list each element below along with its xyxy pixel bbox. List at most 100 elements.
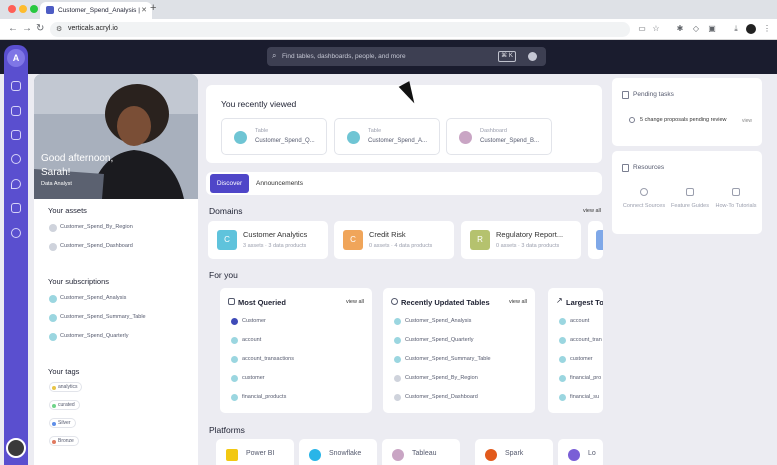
profile-photo: Good afternoon, Sarah! Data Analyst [34, 74, 198, 199]
list-item[interactable]: Customer [231, 318, 266, 325]
extension-icon[interactable]: ✱ [675, 24, 685, 34]
user-avatar[interactable] [6, 438, 26, 458]
list-item[interactable]: Customer_Spend_Quarterly [394, 337, 473, 344]
minimize-window-icon[interactable] [19, 5, 27, 13]
dashboard-icon [459, 131, 472, 144]
recent-item[interactable]: Table Customer_Spend_A... [334, 118, 440, 155]
profile-icon[interactable] [746, 24, 756, 34]
location-nav-icon[interactable] [11, 179, 21, 189]
video-icon [732, 188, 740, 196]
list-item[interactable]: financial_products [231, 394, 286, 401]
back-icon[interactable]: ← [8, 23, 18, 34]
list-item[interactable]: account [231, 337, 261, 344]
platform-card[interactable]: Tableau [382, 439, 460, 465]
tab-discover[interactable]: Discover [210, 174, 249, 193]
recent-item[interactable]: Table Customer_Spend_Q... [221, 118, 327, 155]
pending-tasks-title: Pending tasks [633, 91, 674, 98]
most-queried-view-all[interactable]: view all [346, 299, 364, 305]
platform-card[interactable]: Snowflake [299, 439, 377, 465]
domain-name: Customer Analytics [243, 230, 308, 239]
domain-name: Credit Risk [369, 230, 406, 239]
resource-feature-guides[interactable]: Feature Guides [668, 188, 712, 210]
subscription-item[interactable]: Customer_Spend_Summary_Table [49, 314, 146, 322]
pending-view-link[interactable]: view [742, 118, 752, 124]
list-item[interactable]: customer [231, 375, 265, 382]
home-nav-icon[interactable] [11, 81, 21, 91]
powerbi-icon [226, 449, 238, 461]
recent-item[interactable]: Dashboard Customer_Spend_B... [446, 118, 552, 155]
recent-heading: You recently viewed [221, 99, 297, 109]
url-bar[interactable]: ⚙ verticals.acryl.io [50, 22, 630, 37]
close-window-icon[interactable] [8, 5, 16, 13]
recently-updated-view-all[interactable]: view all [509, 299, 527, 305]
resource-tutorials[interactable]: How-To Tutorials [714, 188, 758, 210]
tag-chip[interactable]: Silver [49, 418, 76, 428]
list-item[interactable]: customer [559, 356, 593, 363]
subscriptions-heading: Your subscriptions [48, 277, 110, 286]
tag-chip[interactable]: Bronze [49, 436, 79, 446]
domain-meta: 0 assets · 3 data products [496, 243, 560, 249]
platform-card[interactable]: Lo [558, 439, 603, 465]
subscription-item[interactable]: Customer_Spend_Quarterly [49, 333, 128, 341]
glossary-nav-icon[interactable] [11, 130, 21, 140]
new-tab-icon[interactable]: + [150, 2, 156, 14]
list-item[interactable]: Customer_Spend_Analysis [394, 318, 471, 325]
bookmark-icon[interactable]: ☆ [651, 24, 661, 34]
recent-item-name: Customer_Spend_Q... [255, 138, 315, 144]
list-item[interactable]: Customer_Spend_Summary_Table [394, 356, 491, 363]
tag-chip[interactable]: analytics [49, 382, 83, 392]
search-options-icon[interactable] [528, 52, 537, 61]
resource-label: Connect Sources [622, 203, 666, 209]
list-item[interactable]: account_transactions [231, 356, 294, 363]
site-info-icon[interactable]: ⚙ [56, 25, 62, 33]
book-icon [622, 164, 629, 172]
resource-label: How-To Tutorials [715, 203, 757, 209]
shield-icon[interactable]: ◇ [691, 24, 701, 34]
asset-item[interactable]: Customer_Spend_Dashboard [49, 243, 133, 251]
platform-name: Lo [588, 450, 596, 457]
list-item[interactable]: account_tran [559, 337, 602, 344]
platform-card[interactable]: Power BI [216, 439, 294, 465]
list-item[interactable]: Customer_Spend_By_Region [394, 375, 478, 382]
arrow-up-icon: ↗ [556, 296, 563, 305]
download-icon[interactable]: ⤓ [731, 24, 741, 34]
recently-updated-title: Recently Updated Tables [401, 298, 490, 307]
subscription-item[interactable]: Customer_Spend_Analysis [49, 295, 126, 303]
clock-icon [391, 298, 398, 305]
asset-item[interactable]: Customer_Spend_By_Region [49, 224, 133, 232]
domain-name: Regulatory Report... [496, 230, 564, 239]
reload-icon[interactable]: ↻ [36, 23, 44, 34]
platform-name: Snowflake [329, 450, 362, 457]
analytics-nav-icon[interactable] [11, 106, 21, 116]
acryl-logo[interactable]: A [7, 49, 25, 67]
help-nav-icon[interactable] [11, 228, 21, 238]
center-column: You recently viewed Table Customer_Spend… [203, 85, 603, 465]
settings-nav-icon[interactable] [11, 203, 21, 213]
global-search-input[interactable]: ⌕ Find tables, dashboards, people, and m… [267, 47, 546, 66]
largest-tables-card: ↗ Largest To account account_tran custom… [548, 288, 603, 413]
cast-icon[interactable]: ▭ [637, 24, 647, 34]
domain-card[interactable]: C Credit Risk 0 assets · 4 data products [334, 221, 454, 259]
browser-tab[interactable]: Customer_Spend_Analysis | ✕ [40, 2, 152, 19]
list-item[interactable]: financial_su [559, 394, 599, 401]
recent-item-name: Customer_Spend_B... [480, 138, 540, 144]
domain-card-partial[interactable] [588, 221, 603, 259]
list-item[interactable]: Customer_Spend_Dashboard [394, 394, 478, 401]
resource-connect-sources[interactable]: Connect Sources [622, 188, 666, 210]
list-item[interactable]: account [559, 318, 589, 325]
maximize-window-icon[interactable] [30, 5, 38, 13]
tag-chip[interactable]: curated [49, 400, 80, 410]
list-item[interactable]: financial_pro [559, 375, 601, 382]
observe-nav-icon[interactable] [11, 154, 21, 164]
platform-card[interactable]: Spark [475, 439, 553, 465]
close-tab-icon[interactable]: ✕ [141, 6, 147, 14]
domain-card[interactable]: R Regulatory Report... 0 assets · 3 data… [461, 221, 581, 259]
domain-card[interactable]: C Customer Analytics 3 assets · 3 data p… [208, 221, 328, 259]
pending-text: 5 change proposals pending review [640, 117, 727, 123]
tab-announcements[interactable]: Announcements [256, 180, 303, 187]
snowflake-icon [309, 449, 321, 461]
more-menu-icon[interactable]: ⋮ [762, 24, 772, 34]
forward-icon[interactable]: → [22, 23, 32, 34]
puzzle-icon[interactable]: ▣ [707, 24, 717, 34]
domains-view-all[interactable]: view all [583, 208, 601, 214]
